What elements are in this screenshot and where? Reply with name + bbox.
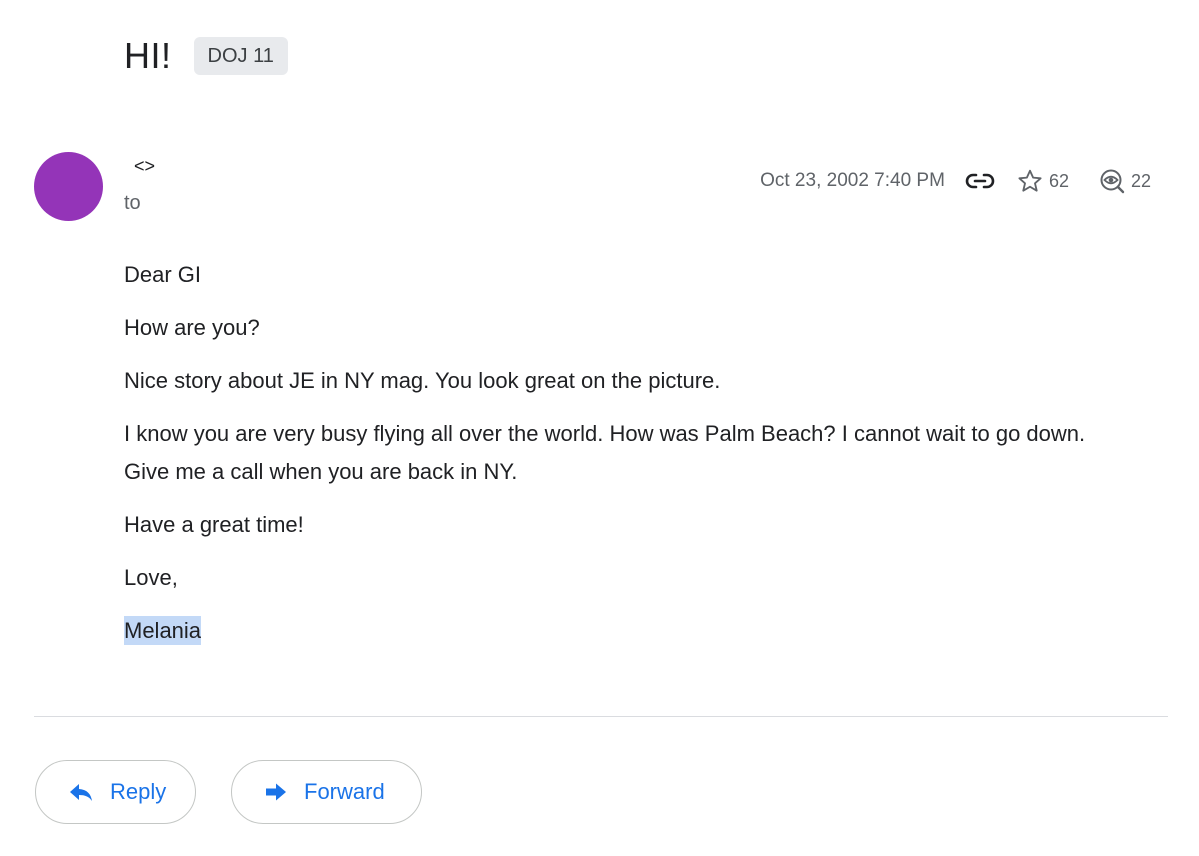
body-line: Love, — [124, 565, 178, 590]
label-chip[interactable]: DOJ 11 — [193, 37, 288, 75]
reply-arrow-icon — [68, 782, 94, 802]
sender-name: <> — [134, 156, 156, 176]
link-icon[interactable] — [965, 172, 995, 190]
body-line: Have a great time! — [124, 512, 304, 537]
views-icon — [1099, 168, 1125, 194]
body-line: Nice story about JE in NY mag. You look … — [124, 368, 721, 393]
forward-button[interactable]: Forward — [231, 760, 422, 824]
divider — [34, 716, 1168, 717]
body-line: How are you? — [124, 315, 260, 340]
star-icon[interactable] — [1017, 168, 1043, 194]
forward-arrow-icon — [264, 782, 288, 802]
reply-button[interactable]: Reply — [35, 760, 196, 824]
view-count: 22 — [1130, 170, 1151, 191]
sender-avatar[interactable] — [34, 152, 103, 221]
signature-line: Melania — [124, 612, 1134, 650]
reply-label: Reply — [110, 779, 167, 804]
body-line: I know you are very busy flying all over… — [124, 421, 1086, 484]
signature-selection: Melania — [124, 616, 202, 645]
email-meta: Oct 23, 2002 7:40 PM 62 22 — [760, 168, 1151, 194]
body-line: Dear GI — [124, 262, 202, 287]
recipient-line[interactable]: to — [124, 192, 141, 215]
email-subject: HI! — [124, 35, 172, 76]
email-date: Oct 23, 2002 7:40 PM — [760, 170, 945, 191]
email-body: Dear GI How are you? Nice story about JE… — [124, 256, 1134, 665]
email-header: HI! DOJ 11 — [124, 32, 288, 80]
star-count: 62 — [1048, 170, 1069, 191]
forward-label: Forward — [304, 779, 385, 804]
